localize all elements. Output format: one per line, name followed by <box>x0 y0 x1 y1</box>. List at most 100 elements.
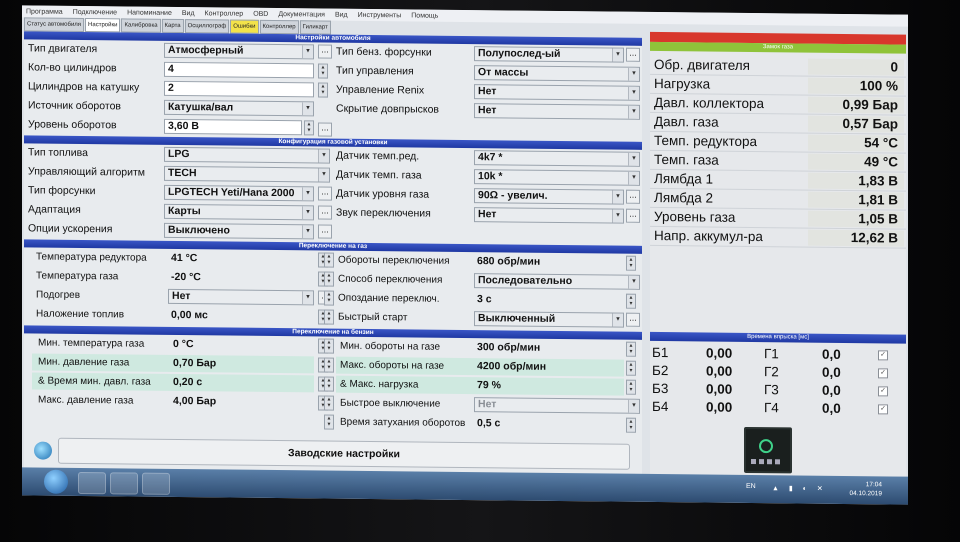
reducer-temp-field[interactable]: 41 °C <box>168 251 314 268</box>
menu-program[interactable]: Программа <box>26 8 63 15</box>
injector-checkbox[interactable]: ✓ <box>878 368 888 379</box>
min-gas-pressure-field[interactable]: 0,70 Бар <box>170 356 314 373</box>
gas-switch-button[interactable] <box>744 426 792 474</box>
control-type-select[interactable]: От массы ▼ <box>474 65 640 82</box>
max-load-field[interactable]: 79 % <box>474 378 624 395</box>
tray-icons[interactable]: ▲ ▮ ◐ ✕ <box>772 484 827 493</box>
tab-oscilloscope[interactable]: Осциллограф <box>184 19 230 34</box>
injector-checkbox[interactable]: ✓ <box>878 350 888 361</box>
tab-calibration[interactable]: Калибровка <box>121 18 161 33</box>
tab-gilikart[interactable]: Гиликарт <box>299 20 331 35</box>
max-load-stepper[interactable]: ▲ ▼ <box>324 376 334 392</box>
switch-sound-more-button[interactable]: ... <box>626 208 640 223</box>
max-rpm-gas-stepper[interactable]: ▲ ▼ <box>324 357 334 373</box>
quick-start-more-button[interactable]: ... <box>626 312 640 327</box>
inj-gas-value: 0,0 <box>822 346 841 362</box>
inj-petrol-label: Б3 <box>652 380 669 397</box>
quick-start-stepper[interactable]: ▲ ▼ <box>324 309 334 325</box>
injector-type-select[interactable]: LPGTECH Yeti/Hana 2000 ▼ <box>164 184 314 202</box>
min-rpm-gas-stepper[interactable]: ▲ ▼ <box>324 338 334 354</box>
min-pressure-time-field[interactable]: 0,20 с <box>170 375 314 392</box>
power-icon <box>759 439 773 454</box>
menu-docs[interactable]: Документация <box>278 11 325 18</box>
switch-rpm-stepper-right[interactable]: ▲ ▼ <box>626 255 636 271</box>
petrol-injector-more-button[interactable]: ... <box>626 47 640 62</box>
acceleration-options-select[interactable]: Выключено ▼ <box>164 222 314 240</box>
label-injector-type: Тип форсунки <box>28 184 96 198</box>
switch-rpm-field[interactable]: 680 обр/мин <box>474 254 624 271</box>
control-algorithm-select[interactable]: TECH ▼ <box>164 165 330 183</box>
rpm-decay-field[interactable]: 0,5 с <box>474 416 624 433</box>
menu-tools[interactable]: Инструменты <box>358 11 402 18</box>
tab-controller[interactable]: Контроллер <box>259 19 299 35</box>
max-rpm-gas-field[interactable]: 4200 обр/мин <box>474 359 624 376</box>
max-rpm-gas-stepper-right[interactable]: ▲ ▼ <box>626 360 636 376</box>
gas-temp-sensor-select[interactable]: 10k * ▼ <box>474 169 640 186</box>
cyl-per-coil-stepper[interactable]: ▲ ▼ <box>318 82 328 98</box>
quick-start-select[interactable]: Выключенный ▼ <box>474 311 624 328</box>
tab-car-status[interactable]: Статус автомобиля <box>24 17 85 33</box>
injector-checkbox[interactable]: ✓ <box>878 404 888 415</box>
max-load-stepper-right[interactable]: ▲ ▼ <box>626 379 636 395</box>
cylinders-stepper[interactable]: ▲ ▼ <box>318 63 328 79</box>
language-indicator[interactable]: EN <box>746 483 756 490</box>
injector-checkbox[interactable]: ✓ <box>878 386 888 397</box>
monitor-label: Уровень газа <box>654 208 736 225</box>
min-rpm-gas-stepper-right[interactable]: ▲ ▼ <box>626 341 636 357</box>
max-gas-pressure-field[interactable]: 4,00 Бар <box>170 394 314 411</box>
menu-obd[interactable]: OBD <box>253 10 268 17</box>
injector-type-more-button[interactable]: ... <box>318 186 332 201</box>
menu-connection[interactable]: Подключение <box>73 8 117 15</box>
min-gas-temp-field[interactable]: 0 °C <box>170 337 314 354</box>
menu-help[interactable]: Помощь <box>411 12 438 19</box>
min-rpm-gas-field[interactable]: 300 обр/мин <box>474 340 624 357</box>
rpm-level-more-button[interactable]: ... <box>318 122 332 137</box>
acceleration-options-more-button[interactable]: ... <box>318 224 332 239</box>
tab-settings[interactable]: Настройки <box>85 18 121 33</box>
switch-delay-field[interactable]: 3 с <box>474 292 624 309</box>
quick-off-select[interactable]: Нет ▼ <box>474 397 640 414</box>
gas-level-sensor-more-button[interactable]: ... <box>626 189 640 204</box>
hide-extra-injections-select[interactable]: Нет ▼ <box>474 103 640 120</box>
engine-type-more-button[interactable]: ... <box>318 44 332 59</box>
gas-temp-field[interactable]: -20 °C <box>168 270 314 287</box>
quick-off-stepper[interactable]: ▲ ▼ <box>324 395 334 411</box>
monitor-label: Напр. аккумул-ра <box>654 227 763 245</box>
switch-method-select[interactable]: Последовательно ▼ <box>474 273 640 290</box>
petrol-injector-type-select[interactable]: Полупослед-ый ▼ <box>474 46 624 63</box>
switch-delay-stepper-right[interactable]: ▲ ▼ <box>626 293 636 309</box>
menu-view[interactable]: Вид <box>182 10 195 17</box>
inj-petrol-value: 0,00 <box>706 363 733 379</box>
heating-select[interactable]: Нет ▼ <box>168 288 314 306</box>
reducer-temp-sensor-select[interactable]: 4k7 * ▼ <box>474 150 640 167</box>
switch-rpm-stepper[interactable]: ▲ ▼ <box>324 252 334 268</box>
factory-settings-button[interactable]: Заводские настройки <box>58 437 630 470</box>
fuel-type-select[interactable]: LPG ▼ <box>164 146 330 164</box>
chrome-icon[interactable] <box>110 472 138 495</box>
menu-controller[interactable]: Контроллер <box>205 10 244 17</box>
menu-reminder[interactable]: Напоминание <box>127 9 172 16</box>
rpm-source-select[interactable]: Катушка/вал ▼ <box>164 99 314 117</box>
lpgtech-app-icon[interactable] <box>142 472 170 495</box>
switch-delay-stepper[interactable]: ▲ ▼ <box>324 290 334 306</box>
adaptation-select[interactable]: Карты ▼ <box>164 203 314 221</box>
rpm-decay-stepper[interactable]: ▲ ▼ <box>324 414 334 430</box>
tab-errors[interactable]: Ошибки <box>230 19 259 34</box>
rpm-decay-stepper-right[interactable]: ▲ ▼ <box>626 417 636 433</box>
cylinders-field[interactable]: 4 <box>164 61 314 79</box>
explorer-icon[interactable] <box>78 471 106 495</box>
engine-type-select[interactable]: Атмосферный ▼ <box>164 42 314 60</box>
rpm-level-stepper[interactable]: ▲ ▼ <box>304 120 314 136</box>
clock[interactable]: 17:04 04.10.2019 <box>849 480 882 498</box>
tab-map[interactable]: Карта <box>161 18 184 34</box>
renix-select[interactable]: Нет ▼ <box>474 84 640 101</box>
adaptation-more-button[interactable]: ... <box>318 205 332 220</box>
switch-method-stepper[interactable]: ▲ ▼ <box>324 271 334 287</box>
fuel-overlap-field[interactable]: 0,00 мс <box>168 308 314 325</box>
cyl-per-coil-field[interactable]: 2 <box>164 80 314 98</box>
switch-sound-select[interactable]: Нет ▼ <box>474 207 624 224</box>
start-button[interactable] <box>44 469 68 494</box>
gas-level-sensor-select[interactable]: 90Ω - увелич. ▼ <box>474 188 624 205</box>
menu-view-2[interactable]: Вид <box>335 11 348 18</box>
rpm-level-field[interactable]: 3,60 В <box>164 118 302 136</box>
